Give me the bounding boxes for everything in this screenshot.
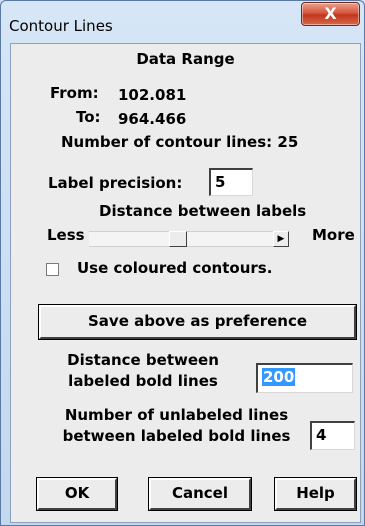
scroll-right-button[interactable]: ▶: [273, 231, 289, 247]
bold-distance-value: 200: [262, 368, 296, 386]
label-precision-label: Label precision:: [48, 174, 183, 192]
from-label: From:: [50, 84, 99, 102]
label-precision-input[interactable]: 5: [209, 168, 253, 196]
less-label: Less: [47, 226, 85, 244]
bold-distance-label-line2: labeled bold lines: [68, 372, 218, 390]
unlabeled-lines-label-line1: Number of unlabeled lines: [64, 406, 289, 424]
slider-thumb[interactable]: [169, 231, 187, 247]
from-value: 102.081: [118, 86, 187, 104]
bold-distance-label-line1: Distance between: [67, 351, 219, 369]
coloured-contours-checkbox[interactable]: [46, 263, 59, 276]
cancel-button[interactable]: Cancel: [148, 477, 252, 511]
close-button[interactable]: X: [301, 2, 360, 26]
contour-count-text: Number of contour lines: 25: [61, 133, 299, 151]
coloured-contours-label[interactable]: Use coloured contours.: [77, 259, 272, 277]
more-label: More: [312, 226, 355, 244]
label-distance-heading: Distance between labels: [99, 202, 307, 220]
unlabeled-lines-input[interactable]: 4: [310, 421, 355, 450]
to-label: To:: [76, 108, 101, 126]
close-icon: X: [324, 4, 337, 23]
to-value: 964.466: [118, 110, 187, 128]
unlabeled-lines-label-line2: between labeled bold lines: [62, 427, 291, 445]
window-title: Contour Lines: [9, 17, 113, 35]
arrow-right-icon: ▶: [277, 234, 285, 244]
save-preference-button[interactable]: Save above as preference: [38, 304, 357, 340]
help-button[interactable]: Help: [274, 477, 357, 511]
data-range-heading: Data Range: [136, 50, 235, 68]
bold-distance-input[interactable]: 200: [256, 363, 353, 393]
ok-button[interactable]: OK: [36, 477, 118, 511]
